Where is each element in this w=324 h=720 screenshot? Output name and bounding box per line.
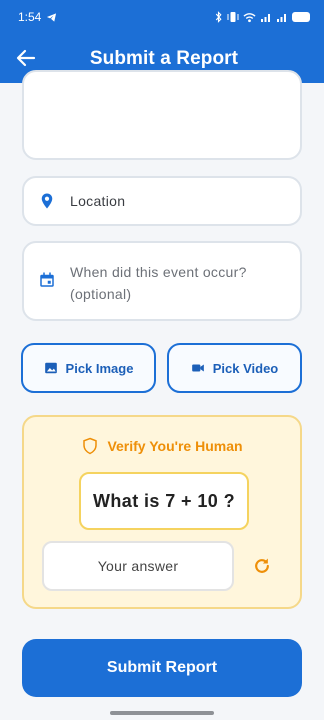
- video-camera-icon: [191, 364, 204, 372]
- pick-image-button[interactable]: Pick Image: [21, 343, 156, 393]
- gesture-bar[interactable]: [110, 711, 214, 715]
- refresh-icon[interactable]: [252, 556, 272, 576]
- location-field[interactable]: Location: [22, 176, 302, 226]
- pick-image-label: Pick Image: [65, 360, 134, 376]
- captcha-title: Verify You're Human: [107, 438, 243, 454]
- wifi-icon: [243, 12, 256, 22]
- description-field[interactable]: [22, 70, 302, 160]
- page-title: Submit a Report: [89, 47, 239, 69]
- telegram-icon: [47, 12, 57, 22]
- location-pin-icon: [41, 193, 53, 209]
- pick-video-button[interactable]: Pick Video: [167, 343, 302, 393]
- status-time: 1:54: [18, 10, 42, 24]
- captcha-question: What is 7 + 10 ?: [79, 472, 249, 530]
- captcha-header: Verify You're Human: [24, 437, 300, 455]
- image-icon: [44, 362, 57, 374]
- calendar-icon: [40, 272, 54, 287]
- event-date-field[interactable]: When did this event occur? (optional): [22, 241, 302, 321]
- signal-icon: [277, 13, 286, 22]
- captcha-answer-input[interactable]: Your answer: [42, 541, 234, 591]
- submit-report-button[interactable]: Submit Report: [22, 639, 302, 697]
- bluetooth-icon: [215, 11, 222, 23]
- back-arrow-icon[interactable]: [14, 46, 38, 70]
- pick-video-label: Pick Video: [212, 360, 279, 376]
- status-bar: 1:54: [0, 0, 324, 34]
- vibrate-icon: [227, 12, 239, 22]
- captcha-panel: Verify You're Human What is 7 + 10 ? You…: [22, 415, 302, 609]
- location-placeholder: Location: [70, 193, 126, 209]
- battery-icon: [292, 12, 310, 22]
- signal-icon: [261, 13, 270, 22]
- event-date-placeholder: When did this event occur? (optional): [70, 264, 247, 302]
- shield-icon: [83, 437, 98, 455]
